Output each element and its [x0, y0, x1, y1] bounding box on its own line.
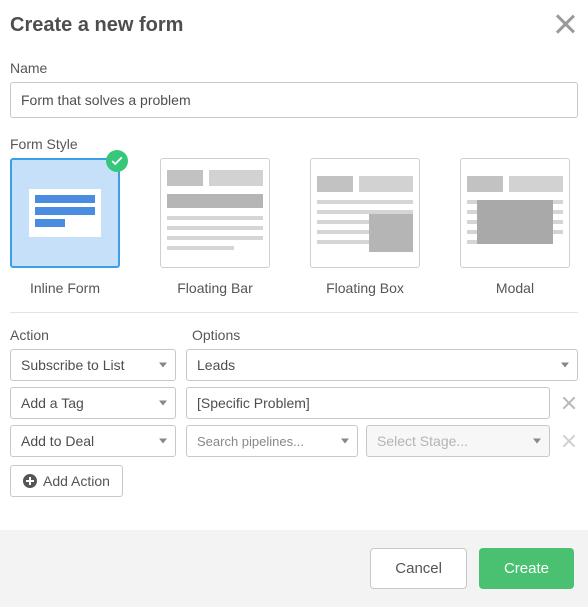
form-style-label: Form Style	[10, 136, 578, 152]
action-heading: Action	[10, 327, 176, 343]
action-select-1[interactable]: Add a Tag	[10, 387, 176, 419]
chevron-down-icon	[533, 439, 541, 444]
thumbnail-floating-bar	[167, 170, 263, 256]
remove-action-1[interactable]	[560, 394, 578, 412]
style-option-inline[interactable]	[10, 158, 120, 268]
pipeline-placeholder: Search pipelines...	[197, 434, 304, 449]
style-option-floating-bar[interactable]	[160, 158, 270, 268]
cancel-button[interactable]: Cancel	[370, 548, 467, 589]
name-label: Name	[10, 60, 578, 76]
style-option-modal[interactable]	[460, 158, 570, 268]
add-action-button[interactable]: Add Action	[10, 465, 123, 497]
action-select-0[interactable]: Subscribe to List	[10, 349, 176, 381]
remove-action-2[interactable]	[560, 432, 578, 450]
stage-select[interactable]: Select Stage...	[366, 425, 550, 457]
action-select-1-value: Add a Tag	[21, 395, 84, 411]
style-label-floating-bar: Floating Bar	[160, 280, 270, 296]
create-button[interactable]: Create	[479, 548, 574, 589]
action-select-2-value: Add to Deal	[21, 433, 94, 449]
option-select-0[interactable]: Leads	[186, 349, 578, 381]
plus-circle-icon	[23, 474, 37, 488]
option-select-0-value: Leads	[197, 357, 235, 373]
add-action-label: Add Action	[43, 473, 110, 489]
chevron-down-icon	[341, 439, 349, 444]
form-name-input[interactable]	[10, 82, 578, 118]
chevron-down-icon	[159, 363, 167, 368]
option-input-1[interactable]	[186, 387, 550, 419]
stage-placeholder: Select Stage...	[377, 433, 468, 449]
close-icon[interactable]	[552, 12, 578, 38]
chevron-down-icon	[159, 401, 167, 406]
style-label-floating-box: Floating Box	[310, 280, 420, 296]
thumbnail-inline	[29, 189, 101, 237]
divider	[10, 312, 578, 313]
checkmark-icon	[106, 150, 128, 172]
style-label-modal: Modal	[460, 280, 570, 296]
chevron-down-icon	[159, 439, 167, 444]
style-label-inline: Inline Form	[10, 280, 120, 296]
style-option-floating-box[interactable]	[310, 158, 420, 268]
thumbnail-modal	[467, 176, 563, 250]
action-select-0-value: Subscribe to List	[21, 357, 125, 373]
thumbnail-floating-box	[317, 176, 413, 250]
action-select-2[interactable]: Add to Deal	[10, 425, 176, 457]
pipeline-select[interactable]: Search pipelines...	[186, 425, 358, 457]
options-heading: Options	[192, 327, 578, 343]
dialog-title: Create a new form	[10, 14, 183, 37]
chevron-down-icon	[561, 363, 569, 368]
